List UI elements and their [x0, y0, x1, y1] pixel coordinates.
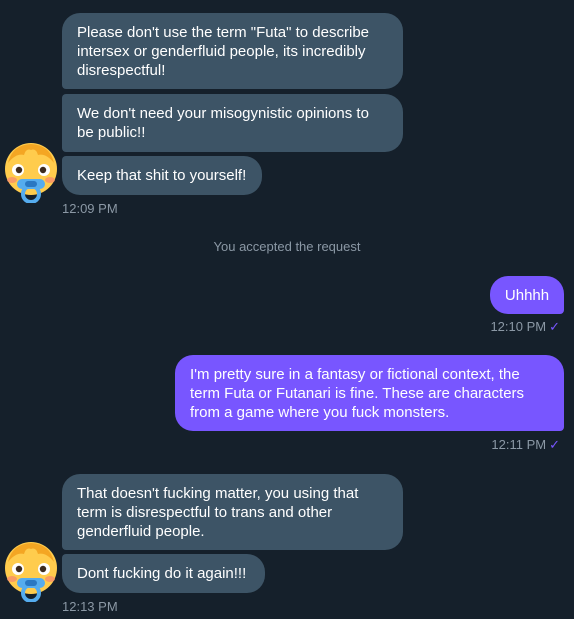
message-timestamp: 12:11 PM ✓: [491, 437, 560, 453]
message-bubble-incoming[interactable]: Dont fucking do it again!!!: [62, 554, 265, 593]
checkmark-icon: ✓: [549, 319, 560, 334]
checkmark-icon: ✓: [549, 437, 560, 452]
message-timestamp: 12:09 PM: [62, 201, 118, 216]
system-notice: You accepted the request: [213, 239, 361, 254]
message-bubble-outgoing[interactable]: Uhhhh: [490, 276, 564, 314]
message-timestamp: 12:10 PM ✓: [490, 319, 560, 335]
message-bubble-outgoing[interactable]: I'm pretty sure in a fantasy or fictiona…: [175, 355, 564, 431]
timestamp-text: 12:11 PM: [491, 437, 547, 452]
baby-face-avatar-icon[interactable]: [2, 540, 60, 603]
message-bubble-incoming[interactable]: Please don't use the term "Futa" to desc…: [62, 13, 403, 89]
message-bubble-incoming[interactable]: That doesn't fucking matter, you using t…: [62, 474, 403, 550]
timestamp-text: 12:10 PM: [490, 319, 547, 334]
baby-face-avatar-icon[interactable]: [2, 141, 60, 204]
message-timestamp: 12:13 PM: [62, 599, 118, 614]
message-bubble-incoming[interactable]: Keep that shit to yourself!: [62, 156, 262, 195]
message-bubble-incoming[interactable]: We don't need your misogynistic opinions…: [62, 94, 403, 152]
